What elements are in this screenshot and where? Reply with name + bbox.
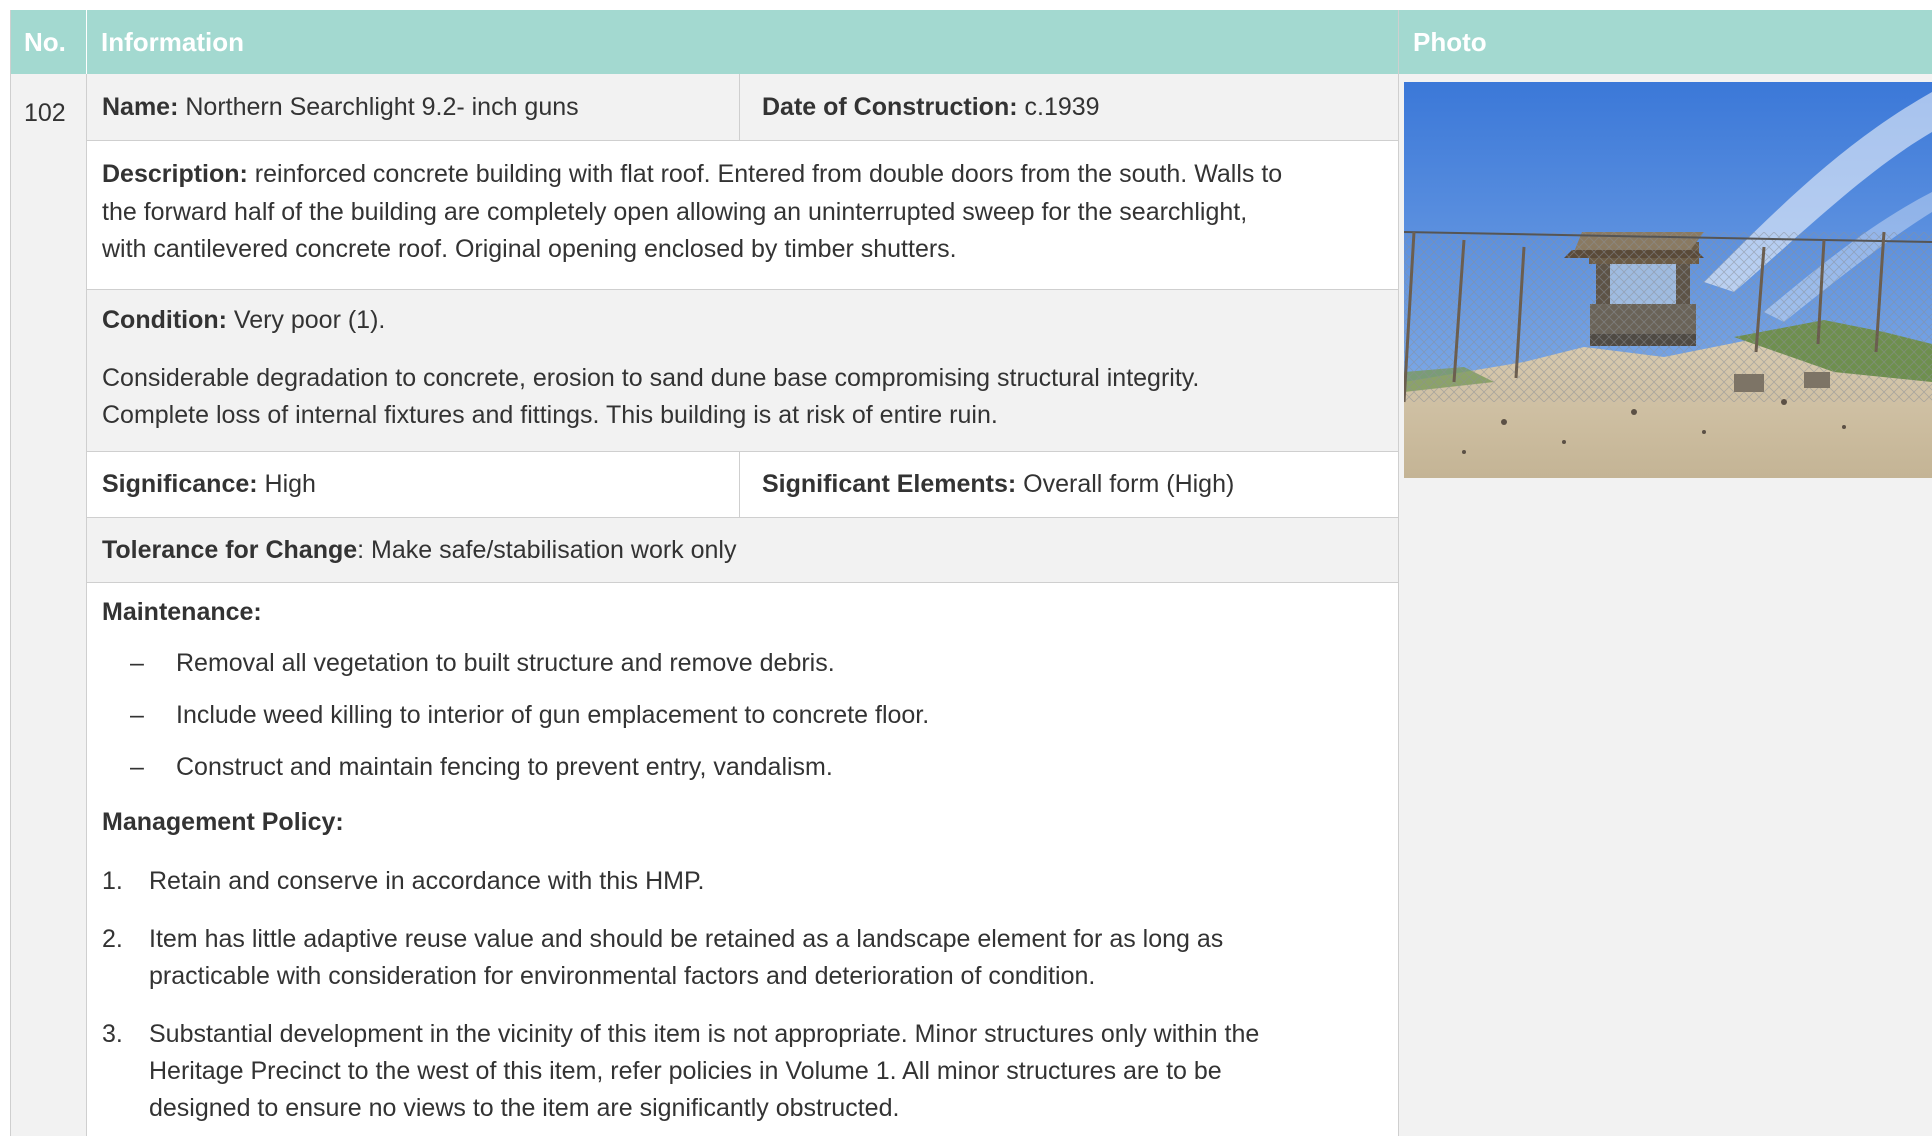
condition: Condition: Very poor (1). — [102, 306, 386, 334]
condition-cell: Condition: Very poor (1). Considerable d… — [87, 290, 1398, 451]
column-divider — [1398, 10, 1399, 1136]
maintenance-item-1: Removal all vegetation to built structur… — [176, 649, 835, 677]
policy-item-2-line-2: practicable with consideration for envir… — [149, 962, 1096, 990]
significant-elements-cell: Significant Elements: Overall form (High… — [740, 452, 1398, 517]
maintenance-item-3: Construct and maintain fencing to preven… — [176, 753, 833, 781]
maintenance-bullet: – — [130, 649, 144, 677]
item-name: Name: Northern Searchlight 9.2- inch gun… — [102, 93, 579, 121]
tolerance-cell: Tolerance for Change: Make safe/stabilis… — [87, 518, 1398, 582]
policy-number-3: 3. — [102, 1020, 123, 1048]
maintenance-item-2: Include weed killing to interior of gun … — [176, 701, 930, 729]
item-number: 102 — [24, 99, 66, 127]
maintenance-heading: Maintenance: — [102, 598, 262, 626]
row-divider — [87, 582, 1398, 583]
policy-item-1-line-1: Retain and conserve in accordance with t… — [149, 867, 705, 895]
condition-detail-line-2: Complete loss of internal fixtures and f… — [102, 401, 998, 429]
policy-item-3-line-1: Substantial development in the vicinity … — [149, 1020, 1260, 1048]
significant-elements: Significant Elements: Overall form (High… — [762, 470, 1235, 498]
significance: Significance: High — [102, 470, 316, 498]
date-cell: Date of Construction: c.1939 — [740, 74, 1398, 140]
name-cell: Name: Northern Searchlight 9.2- inch gun… — [87, 74, 739, 140]
header-photo: Photo — [1399, 10, 1932, 74]
item-number-cell: 102 — [10, 74, 86, 1136]
photo-illustration — [1404, 82, 1932, 478]
description-line-1: Description: reinforced concrete buildin… — [102, 160, 1283, 188]
row-divider — [87, 451, 1398, 452]
description-line-3: with cantilevered concrete roof. Origina… — [102, 235, 957, 263]
table-left-border — [10, 10, 11, 1136]
tolerance-for-change: Tolerance for Change: Make safe/stabilis… — [102, 536, 737, 564]
maintenance-bullet: – — [130, 701, 144, 729]
column-divider — [86, 74, 87, 1136]
heritage-table: No. Information Photo 102 Name: Northern… — [10, 10, 1932, 1136]
header-information: Information — [87, 10, 1398, 74]
row-divider — [87, 289, 1398, 290]
policy-item-3-line-3: designed to ensure no views to the item … — [149, 1094, 900, 1122]
header-no: No. — [10, 10, 86, 74]
searchlight-building-photo — [1404, 82, 1932, 478]
policy-number-2: 2. — [102, 925, 123, 953]
cell-divider — [739, 74, 740, 140]
management-policy-heading: Management Policy: — [102, 808, 344, 836]
policy-item-3-line-2: Heritage Precinct to the west of this it… — [149, 1057, 1222, 1085]
cell-divider — [739, 452, 740, 517]
condition-detail-line-1: Considerable degradation to concrete, er… — [102, 364, 1200, 392]
maintenance-policy-cell: Maintenance: – Removal all vegetation to… — [87, 583, 1398, 1136]
description-cell: Description: reinforced concrete buildin… — [87, 141, 1398, 289]
policy-item-2-line-1: Item has little adaptive reuse value and… — [149, 925, 1224, 953]
row-divider — [87, 140, 1398, 141]
policy-number-1: 1. — [102, 867, 123, 895]
significance-cell: Significance: High — [87, 452, 739, 517]
date-of-construction: Date of Construction: c.1939 — [762, 93, 1100, 121]
description-line-2: the forward half of the building are com… — [102, 198, 1248, 226]
row-divider — [87, 517, 1398, 518]
maintenance-bullet: – — [130, 753, 144, 781]
